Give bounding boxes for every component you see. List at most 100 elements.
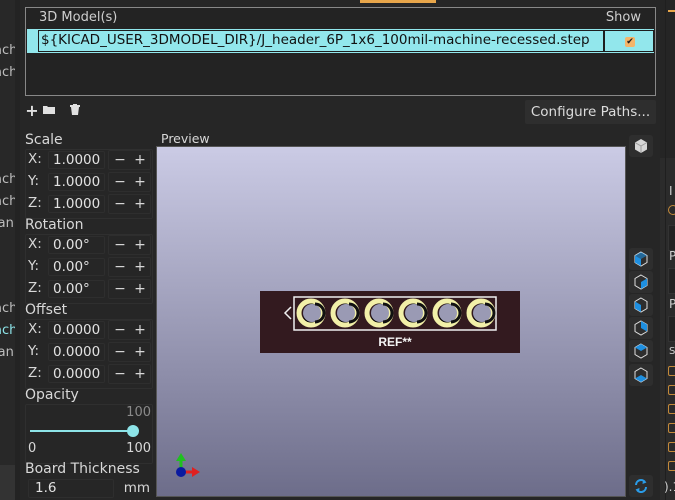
bg-text-fragment: ach [0, 65, 15, 80]
show-checkbox[interactable]: ✔ [625, 37, 635, 47]
bg-text-fragment: ach [0, 194, 15, 209]
pad-hole [371, 304, 389, 322]
view-front-icon [634, 297, 648, 313]
axis-label: Y: [28, 173, 40, 189]
offset-y-input[interactable]: 0.0000 mm [48, 343, 105, 361]
increment-button[interactable]: + [131, 237, 149, 253]
pad-hole [473, 304, 491, 322]
view-right-button[interactable] [629, 271, 653, 293]
scale-x-input[interactable]: 1.0000 [48, 151, 105, 169]
transform-controls: Scale X: 1.0000 − + Y: 1.0000 − + Z: 1.000… [20, 128, 153, 500]
axis-label: Z: [28, 365, 42, 381]
left-background-panel: ach ach ach ach lan ach ach lan [0, 0, 15, 500]
bg-checkbox [668, 461, 675, 471]
browse-model-button[interactable] [42, 104, 56, 118]
view-bottom-icon [634, 367, 648, 383]
view-3d-button[interactable] [629, 135, 653, 157]
opacity-max-label: 100 [126, 441, 151, 456]
3d-preview-canvas[interactable]: REF** [156, 146, 626, 497]
scale-y-input[interactable]: 1.0000 [48, 173, 105, 191]
delete-model-button[interactable] [68, 104, 82, 118]
bg-text-fragment: ).1 [664, 480, 675, 494]
board-thickness-input[interactable]: 1.6 [28, 479, 114, 498]
scale-title: Scale [25, 132, 63, 148]
decrement-button[interactable]: − [111, 174, 129, 190]
offset-z-spinner: − + [108, 364, 151, 384]
rotation-z-input[interactable]: 0.00° [48, 280, 105, 298]
bg-checkbox [668, 366, 675, 376]
cube-icon [634, 139, 648, 153]
offset-y-spinner: − + [108, 342, 151, 362]
scale-z-spinner: − + [108, 194, 151, 214]
view-left-button[interactable] [629, 248, 653, 270]
offset-z-row: Z: 0.0000 mm −+ [28, 364, 152, 384]
increment-button[interactable]: + [131, 366, 149, 382]
reload-icon [635, 479, 647, 493]
offset-x-spinner: − + [108, 320, 151, 340]
bg-text-fragment-highlighted: ach [0, 323, 15, 338]
offset-x-row: X: 0.0000 mm −+ [28, 320, 152, 340]
reload-button[interactable] [629, 475, 653, 497]
axis-label: Y: [28, 258, 40, 274]
scale-z-input[interactable]: 1.0000 [48, 195, 105, 213]
rotation-x-spinner: − + [108, 235, 151, 255]
decrement-button[interactable]: − [111, 366, 129, 382]
increment-button[interactable]: + [131, 322, 149, 338]
view-bottom-button[interactable] [629, 364, 653, 386]
board-thickness-unit: mm [123, 480, 150, 496]
decrement-button[interactable]: − [111, 322, 129, 338]
rotation-x-row: X: 0.00° − + [28, 235, 152, 255]
active-tab-indicator [360, 0, 436, 3]
view-front-button[interactable] [629, 294, 653, 316]
folder-icon [43, 106, 55, 114]
rotation-z-row: Z: 0.00° − + [28, 279, 152, 299]
opacity-slider-track[interactable] [30, 430, 133, 432]
column-header-model: 3D Model(s) [39, 10, 118, 25]
increment-button[interactable]: + [131, 259, 149, 275]
model-path-cell[interactable]: ${KICAD_USER_3DMODEL_DIR}/J_header_6P_1x… [38, 30, 604, 52]
offset-x-input[interactable]: 0.0000 mm [48, 321, 105, 339]
opacity-value-label: 100 [126, 405, 151, 420]
bg-text-fragment: Se [669, 346, 675, 357]
pad-hole [303, 304, 321, 322]
offset-title: Offset [25, 302, 68, 318]
configure-paths-button[interactable]: Configure Paths... [525, 100, 656, 124]
add-model-button[interactable]: + [25, 103, 39, 119]
offset-z-input[interactable]: 0.0000 mm [48, 365, 105, 383]
decrement-button[interactable]: − [111, 237, 129, 253]
bg-field [668, 225, 675, 251]
bg-text-fragment: ach [0, 43, 15, 58]
decrement-button[interactable]: − [111, 152, 129, 168]
models-table: 3D Model(s) Show ${KICAD_USER_3DMODEL_DI… [25, 7, 656, 96]
opacity-slider-handle[interactable] [127, 425, 139, 437]
bg-text-fragment: I [669, 184, 673, 198]
decrement-button[interactable]: − [111, 281, 129, 297]
increment-button[interactable]: + [131, 281, 149, 297]
decrement-button[interactable]: − [111, 259, 129, 275]
decrement-button[interactable]: − [111, 344, 129, 360]
offset-y-row: Y: 0.0000 mm −+ [28, 342, 152, 362]
bg-text-fragment: ach [0, 301, 15, 316]
scale-z-row: Z: 1.0000 − + [28, 194, 152, 214]
bg-checkbox [668, 385, 675, 395]
view-back-button[interactable] [629, 317, 653, 339]
pad-hole [439, 304, 457, 322]
3d-model-properties-panel: ach ach ach ach lan ach ach lan 3D Model… [0, 0, 675, 500]
axis-label: Z: [28, 195, 42, 211]
right-bg-tab-indicator [668, 10, 675, 12]
axis-gizmo [176, 453, 200, 477]
model-panel: 3D Model(s) Show ${KICAD_USER_3DMODEL_DI… [20, 0, 660, 500]
increment-button[interactable]: + [131, 174, 149, 190]
view-left-icon [634, 251, 648, 267]
increment-button[interactable]: + [131, 344, 149, 360]
bg-checkbox [668, 423, 675, 433]
increment-button[interactable]: + [131, 196, 149, 212]
table-row[interactable]: ${KICAD_USER_3DMODEL_DIR}/J_header_6P_1x… [27, 29, 654, 53]
increment-button[interactable]: + [131, 152, 149, 168]
rotation-y-input[interactable]: 0.00° [48, 258, 105, 276]
board-thickness-title: Board Thickness [25, 461, 140, 477]
rotation-x-input[interactable]: 0.00° [48, 236, 105, 254]
view-top-button[interactable] [629, 340, 653, 362]
decrement-button[interactable]: − [111, 196, 129, 212]
show-cell[interactable]: ✔ [604, 30, 654, 52]
